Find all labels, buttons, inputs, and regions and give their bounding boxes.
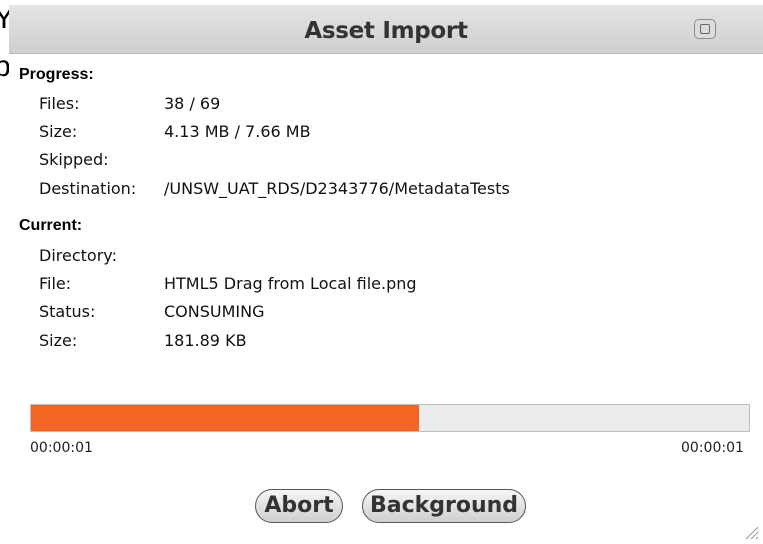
skipped-label: Skipped: xyxy=(39,150,109,169)
files-label: Files: xyxy=(39,94,80,113)
status-row: Status: CONSUMING xyxy=(39,302,265,321)
progress-bar-fill xyxy=(31,405,419,431)
directory-row: Directory: xyxy=(39,246,164,265)
file-row: File: HTML5 Drag from Local file.png xyxy=(39,274,417,293)
current-size-label: Size: xyxy=(39,331,78,350)
skipped-row: Skipped: xyxy=(39,150,164,169)
size-row: Size: 4.13 MB / 7.66 MB xyxy=(39,122,311,141)
resize-grip-icon[interactable] xyxy=(743,524,759,540)
destination-value: /UNSW_UAT_RDS/D2343776/MetadataTests xyxy=(164,179,510,198)
elapsed-time: 00:00:01 xyxy=(30,440,93,456)
abort-button[interactable]: Abort xyxy=(255,489,343,523)
size-value: 4.13 MB / 7.66 MB xyxy=(164,122,311,141)
dialog-title: Asset Import xyxy=(304,18,468,44)
destination-row: Destination: /UNSW_UAT_RDS/D2343776/Metad… xyxy=(39,179,510,198)
maximize-icon[interactable] xyxy=(694,19,716,39)
remaining-time: 00:00:01 xyxy=(681,440,744,456)
status-label: Status: xyxy=(39,302,96,321)
current-size-value: 181.89 KB xyxy=(164,331,247,350)
current-heading: Current: xyxy=(19,217,83,234)
current-size-row: Size: 181.89 KB xyxy=(39,331,247,350)
files-value: 38 / 69 xyxy=(164,94,221,113)
file-value: HTML5 Drag from Local file.png xyxy=(164,274,417,293)
status-value: CONSUMING xyxy=(164,302,265,321)
progress-bar xyxy=(30,404,750,432)
files-row: Files: 38 / 69 xyxy=(39,94,220,113)
destination-label: Destination: xyxy=(39,179,137,198)
directory-label: Directory: xyxy=(39,246,117,265)
asset-import-dialog: Asset Import Progress: Files: 38 / 69 Siz… xyxy=(9,0,763,544)
size-label: Size: xyxy=(39,122,78,141)
progress-heading: Progress: xyxy=(19,66,94,83)
file-label: File: xyxy=(39,274,72,293)
title-bar[interactable]: Asset Import xyxy=(9,5,763,54)
background-button[interactable]: Background xyxy=(362,489,526,523)
